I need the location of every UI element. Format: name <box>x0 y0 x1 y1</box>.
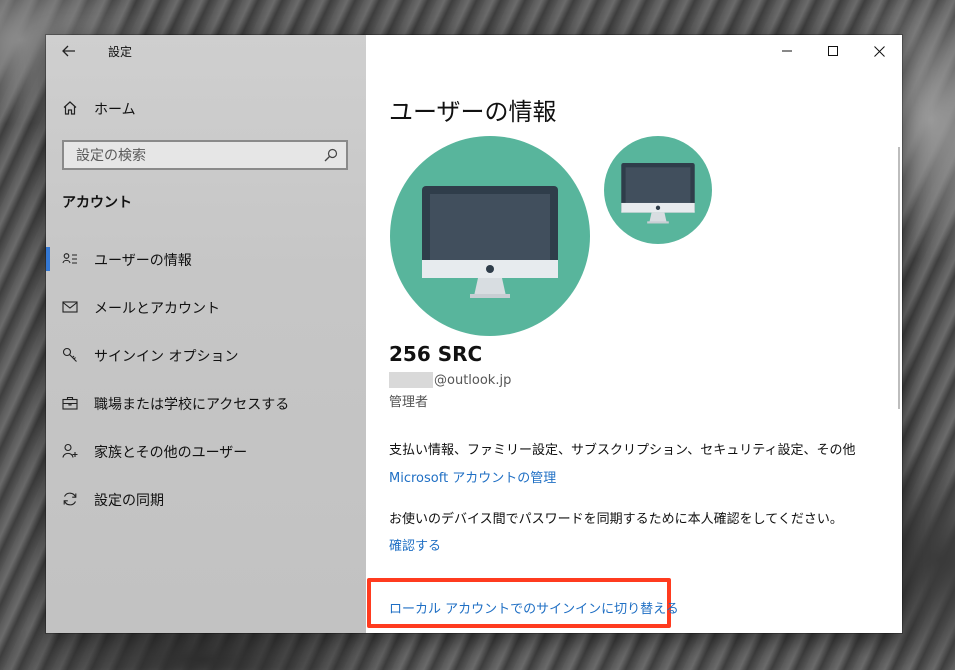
sidebar-item-label: サインイン オプション <box>94 349 239 365</box>
sidebar-item-sign-in-options[interactable]: サインイン オプション <box>46 335 366 375</box>
maximize-button[interactable] <box>810 35 856 67</box>
briefcase-icon <box>62 396 78 410</box>
search-input[interactable] <box>74 146 318 166</box>
email: @outlook.jp <box>389 371 511 389</box>
sidebar-item-family-users[interactable]: 家族とその他のユーザー <box>46 431 366 471</box>
back-arrow-icon <box>62 45 75 57</box>
email-redaction <box>389 372 433 388</box>
key-icon <box>62 347 77 362</box>
sidebar-item-mail-accounts[interactable]: メールとアカウント <box>46 287 366 327</box>
billing-info-text: 支払い情報、ファミリー設定、サブスクリプション、セキュリティ設定、その他 <box>389 443 856 458</box>
sidebar-item-label: 設定の同期 <box>94 493 164 509</box>
switch-local-account-link[interactable]: ローカル アカウントでのサインインに切り替える <box>389 598 679 617</box>
minimize-icon <box>782 50 792 52</box>
user-info-icon <box>62 253 77 264</box>
maximize-icon <box>828 46 838 56</box>
title-bar: 設定 <box>46 35 366 67</box>
close-button[interactable] <box>856 35 902 67</box>
sidebar-item-home[interactable]: ホーム <box>46 93 366 123</box>
sidebar-item-label: 家族とその他のユーザー <box>94 445 248 461</box>
content-pane: ユーザーの情報 256 SRC @outlook.jp 管理者 支払い情報、ファ… <box>366 35 902 633</box>
sidebar-item-user-info[interactable]: ユーザーの情報 <box>46 239 366 279</box>
sidebar-item-label: メールとアカウント <box>94 301 220 317</box>
settings-window: 設定 ホーム アカウント ユーザーの情報 <box>46 35 902 633</box>
monitor-icon <box>621 163 695 224</box>
home-icon <box>63 101 77 115</box>
search-box[interactable] <box>62 140 348 170</box>
verify-link[interactable]: 確認する <box>389 535 441 554</box>
scrollbar-thumb[interactable] <box>898 147 900 409</box>
user-name: 256 SRC <box>389 342 483 366</box>
verify-info-text: お使いのデバイス間でパスワードを同期するために本人確認をしてください。 <box>389 512 843 527</box>
close-icon <box>873 45 885 57</box>
active-indicator <box>46 247 50 271</box>
email-suffix: @outlook.jp <box>434 372 512 388</box>
back-button[interactable] <box>58 41 80 61</box>
window-title: 設定 <box>108 45 133 59</box>
sidebar-item-label: 職場または学校にアクセスする <box>94 397 290 413</box>
mail-icon <box>62 301 78 313</box>
manage-account-link[interactable]: Microsoft アカウントの管理 <box>389 467 556 486</box>
account-role: 管理者 <box>389 395 429 410</box>
sidebar-item-sync-settings[interactable]: 設定の同期 <box>46 479 366 519</box>
avatar-small[interactable] <box>604 136 712 244</box>
sync-icon <box>63 492 77 506</box>
sidebar-item-label: ホーム <box>94 102 136 118</box>
sidebar-item-label: ユーザーの情報 <box>94 253 192 269</box>
page-title: ユーザーの情報 <box>389 98 557 126</box>
add-person-icon <box>62 443 78 458</box>
avatar <box>390 136 590 336</box>
sidebar-item-work-school[interactable]: 職場または学校にアクセスする <box>46 383 366 423</box>
search-icon[interactable] <box>324 148 338 162</box>
sidebar: 設定 ホーム アカウント ユーザーの情報 <box>46 35 366 633</box>
section-heading: アカウント <box>62 195 132 211</box>
monitor-icon <box>422 186 558 298</box>
minimize-button[interactable] <box>764 35 810 67</box>
